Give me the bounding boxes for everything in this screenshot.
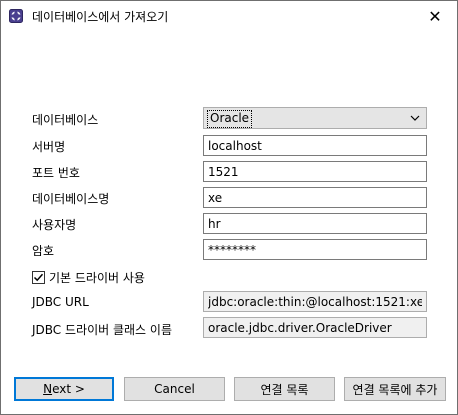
jdbc-url-field[interactable] bbox=[203, 291, 427, 312]
default-driver-checkbox[interactable] bbox=[32, 270, 45, 284]
server-input[interactable] bbox=[203, 135, 427, 156]
jdbc-url-label: JDBC URL bbox=[32, 295, 89, 309]
user-label: 사용자명 bbox=[32, 218, 77, 232]
app-icon bbox=[9, 9, 23, 23]
close-icon: ✕ bbox=[428, 6, 442, 26]
add-to-list-button[interactable]: 연결 목록에 추가 bbox=[344, 377, 446, 401]
default-driver-checkbox-row[interactable]: 기본 드라이버 사용 bbox=[32, 269, 145, 285]
database-label: 데이터베이스 bbox=[32, 113, 99, 127]
connection-list-button[interactable]: 연결 목록 bbox=[234, 377, 335, 401]
default-driver-label: 기본 드라이버 사용 bbox=[49, 270, 145, 285]
password-input[interactable] bbox=[203, 239, 427, 260]
driver-class-label: JDBC 드라이버 클래스 이름 bbox=[32, 323, 172, 337]
next-button-mnemonic: N bbox=[43, 382, 53, 396]
title-bar: 데이터베이스에서 가져오기 ✕ bbox=[1, 1, 457, 31]
password-label: 암호 bbox=[32, 244, 55, 258]
window-title: 데이터베이스에서 가져오기 bbox=[32, 10, 169, 24]
next-button-label: ext > bbox=[52, 382, 85, 396]
port-label: 포트 번호 bbox=[32, 166, 80, 180]
dbname-label: 데이터베이스명 bbox=[32, 192, 110, 206]
cancel-button-label: Cancel bbox=[154, 382, 195, 396]
dbname-input[interactable] bbox=[203, 187, 427, 208]
cancel-button[interactable]: Cancel bbox=[124, 377, 225, 401]
add-to-list-button-label: 연결 목록에 추가 bbox=[352, 382, 438, 397]
database-select-value: Oracle bbox=[207, 110, 253, 128]
user-input[interactable] bbox=[203, 213, 427, 234]
port-input[interactable] bbox=[203, 161, 427, 182]
checkmark-icon bbox=[33, 273, 44, 281]
dialog-window: 데이터베이스에서 가져오기 ✕ 데이터베이스 Oracle 서버명 포트 번호 … bbox=[0, 0, 458, 415]
database-select[interactable]: Oracle bbox=[203, 107, 427, 129]
driver-class-field[interactable] bbox=[203, 317, 427, 338]
connection-list-button-label: 연결 목록 bbox=[260, 382, 309, 397]
chevron-down-icon bbox=[410, 115, 420, 121]
server-label: 서버명 bbox=[32, 140, 66, 154]
next-button[interactable]: Next > bbox=[14, 377, 114, 401]
close-button[interactable]: ✕ bbox=[413, 1, 457, 31]
